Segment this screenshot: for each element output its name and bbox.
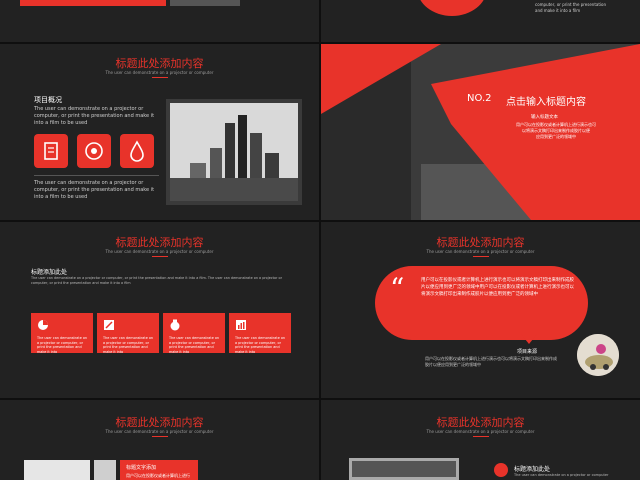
slide-7[interactable]: 标题此处添加内容 The user can demonstrate on a p… bbox=[0, 400, 319, 480]
slide-8[interactable]: 标题此处添加内容 The user can demonstrate on a p… bbox=[321, 400, 640, 480]
slide-5-card-4[interactable]: The user can demonstrate on a projector … bbox=[229, 313, 291, 354]
slide-8-subtitle: The user can demonstrate on a projector … bbox=[426, 429, 535, 434]
target-icon bbox=[85, 142, 103, 160]
slide-3-subtitle: The user can demonstrate on a projector … bbox=[105, 70, 214, 75]
slide-7-subtitle: The user can demonstrate on a projector … bbox=[105, 429, 214, 434]
slide-5-heading: 标题添加此处 bbox=[31, 269, 68, 276]
slide-2-red-circle bbox=[417, 0, 487, 16]
slide-5-subtitle: The user can demonstrate on a projector … bbox=[105, 249, 214, 254]
slide-5-card-3[interactable]: The user can demonstrate on a projector … bbox=[163, 313, 225, 354]
slide-6-quote-text: 用户可以在投影仪或者计算机上进行演示也可以将演示文稿打印出来制作成胶片以便应用到… bbox=[421, 278, 574, 297]
slide-6-underline bbox=[473, 256, 489, 257]
chart-icon bbox=[236, 320, 246, 330]
edit-icon bbox=[104, 320, 114, 330]
slide-3-icon-box-1[interactable] bbox=[34, 134, 68, 168]
slide-8-photo bbox=[349, 458, 459, 480]
slide-4[interactable]: NO.2 点击输入标题内容 输入标题文本 用户可以在投影仪或者计算机上进行演示也… bbox=[321, 44, 640, 220]
slide-8-underline bbox=[473, 436, 489, 437]
slide-7-photo-1 bbox=[24, 460, 90, 480]
slide-5-underline bbox=[152, 256, 168, 257]
slide-3-icon-box-3[interactable] bbox=[120, 134, 154, 168]
slide-7-label: 标题文字添加 bbox=[126, 465, 157, 471]
slide-6-source-text: 用户可以在投影仪或者计算机上进行演示也可以将演示文稿打印出来制作成胶片以便应用到… bbox=[425, 356, 557, 367]
slide-4-subheading: 输入标题文本 bbox=[531, 115, 558, 120]
slide-5-title: 标题此处添加内容 bbox=[115, 236, 204, 249]
slide-6-source-label: 项目来源 bbox=[517, 349, 538, 355]
slide-8-heading: 标题添加此处 bbox=[514, 466, 551, 473]
drop-icon bbox=[130, 140, 144, 162]
slide-5-card-1[interactable]: The user can demonstrate on a projector … bbox=[31, 313, 93, 354]
slide-3-heading: 项目概况 bbox=[34, 96, 62, 104]
slide-6-bubble-tail bbox=[521, 334, 537, 344]
slide-4-text: 用户可以在投影仪或者计算机上进行演示也可 以将演示文稿打印出来制作成胶片以便 应… bbox=[511, 122, 601, 140]
slide-1-red-bar bbox=[20, 0, 166, 6]
slide-3-icon-box-2[interactable] bbox=[77, 134, 111, 168]
slide-7-underline bbox=[152, 436, 168, 437]
slide-3-divider bbox=[34, 175, 159, 176]
slide-7-title: 标题此处添加内容 bbox=[115, 416, 204, 429]
slide-3[interactable]: 标题此处添加内容 The user can demonstrate on a p… bbox=[0, 44, 319, 220]
slide-5-card-2-text: The user can demonstrate on a projector … bbox=[103, 336, 154, 354]
slide-2-text-line-2: and make it into a film bbox=[535, 8, 581, 13]
slide-8-body: The user can demonstrate on a projector … bbox=[514, 473, 609, 477]
money-bag-icon bbox=[170, 319, 180, 331]
slide-6-title: 标题此处添加内容 bbox=[436, 236, 525, 249]
slide-1-photo bbox=[170, 0, 240, 6]
slide-7-label-text: 用户可以在投影仪或者计算机上进行 bbox=[126, 473, 190, 478]
slide-3-city-photo bbox=[166, 99, 302, 205]
slide-8-icon-circle bbox=[494, 463, 508, 477]
slide-1[interactable] bbox=[0, 0, 319, 42]
slide-2[interactable]: computer, or print the presentation and … bbox=[321, 0, 640, 42]
slide-5-card-4-text: The user can demonstrate on a projector … bbox=[235, 336, 286, 354]
slide-6-avatar bbox=[577, 334, 619, 376]
slide-3-underline bbox=[152, 77, 168, 78]
slide-7-photo-2 bbox=[94, 460, 116, 480]
document-icon bbox=[44, 142, 58, 160]
slide-6-subtitle: The user can demonstrate on a projector … bbox=[426, 249, 535, 254]
slide-6[interactable]: 标题此处添加内容 The user can demonstrate on a p… bbox=[321, 222, 640, 398]
slide-5[interactable]: 标题此处添加内容 The user can demonstrate on a p… bbox=[0, 222, 319, 398]
slide-grid: computer, or print the presentation and … bbox=[0, 0, 640, 480]
pie-chart-icon bbox=[38, 320, 48, 330]
slide-5-body: The user can demonstrate on a projector … bbox=[31, 276, 282, 285]
slide-6-quote-mark-icon: “ bbox=[390, 272, 405, 305]
slide-4-title: 点击输入标题内容 bbox=[506, 97, 586, 108]
slide-2-text: computer, or print the presentation and … bbox=[535, 2, 606, 14]
slide-4-number: NO.2 bbox=[467, 93, 492, 104]
slide-3-body-2: The user can demonstrate on a projector … bbox=[34, 180, 155, 200]
slide-3-body-1: The user can demonstrate on a projector … bbox=[34, 106, 155, 126]
slide-8-title: 标题此处添加内容 bbox=[436, 416, 525, 429]
slide-3-title: 标题此处添加内容 bbox=[115, 57, 204, 70]
slide-4-line-3: 应用到更广泛的领域中 bbox=[536, 134, 576, 139]
slide-5-card-3-text: The user can demonstrate on a projector … bbox=[169, 336, 220, 354]
slide-5-card-1-text: The user can demonstrate on a projector … bbox=[37, 336, 88, 354]
slide-5-card-2[interactable]: The user can demonstrate on a projector … bbox=[97, 313, 159, 354]
